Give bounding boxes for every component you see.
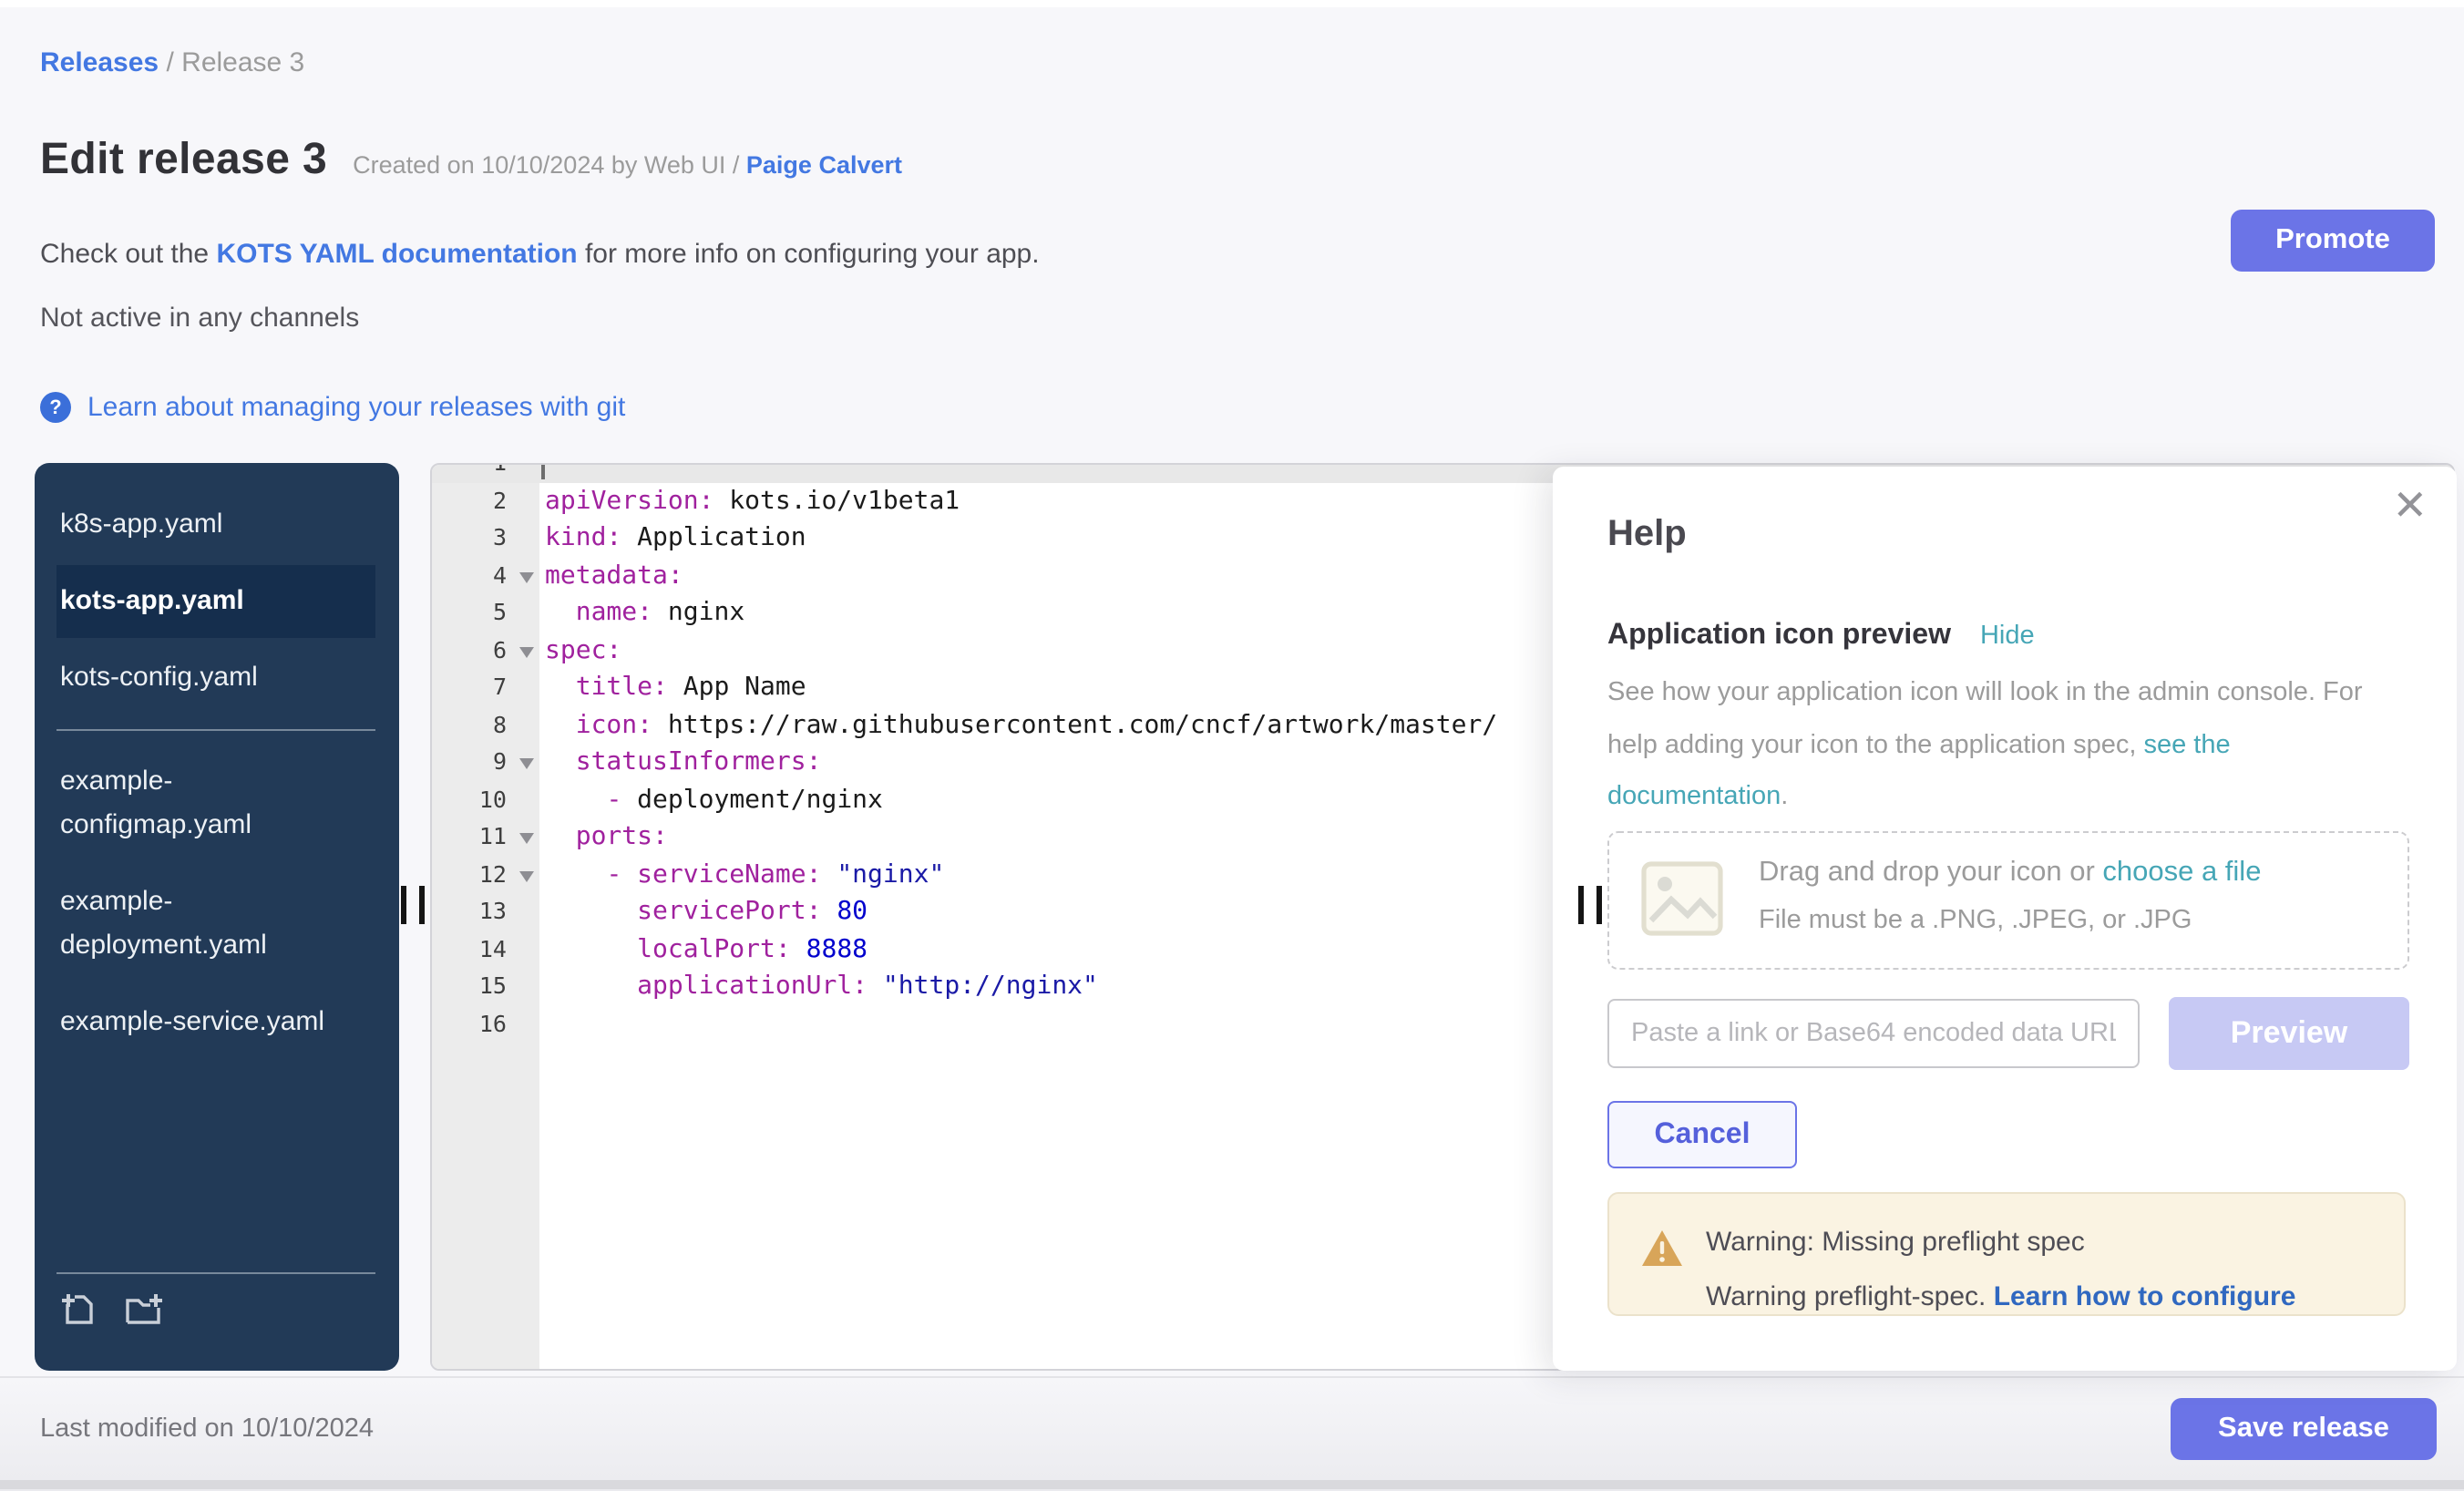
file-tree-sidebar: k8s-app.yamlkots-app.yamlkots-config.yam… xyxy=(35,463,399,1371)
page-title: Edit release 3 xyxy=(40,135,327,184)
git-help-row: ? Learn about managing your releases wit… xyxy=(40,392,625,423)
fold-arrow-icon[interactable] xyxy=(519,571,534,582)
warning-detail-text: Warning preflight-spec. xyxy=(1706,1281,1994,1312)
file-tree-footer xyxy=(35,1272,399,1371)
fold-arrow-icon[interactable] xyxy=(519,646,534,657)
file-tree-item-k8s-app.yaml[interactable]: k8s-app.yaml xyxy=(56,488,337,561)
top-edge xyxy=(0,0,2464,7)
file-tree-item-example-configmap.yaml[interactable]: example-configmap.yaml xyxy=(56,746,337,862)
add-file-icon[interactable] xyxy=(60,1290,98,1338)
choose-file-link[interactable]: choose a file xyxy=(2102,857,2261,888)
fold-arrow-icon[interactable] xyxy=(519,758,534,769)
created-info: Created on 10/10/2024 by Web UI / Paige … xyxy=(353,151,902,179)
footer-bar: Last modified on 10/10/2024 Save release xyxy=(0,1376,2464,1491)
file-tree-divider xyxy=(56,729,375,731)
preflight-warning-banner: Warning: Missing preflight spec Warning … xyxy=(1607,1192,2406,1316)
line-number: 1 xyxy=(432,463,539,482)
help-panel: ✕ Help Application icon preview Hide See … xyxy=(1553,467,2457,1371)
image-placeholder-icon xyxy=(1640,860,1724,946)
line-number: 7 xyxy=(432,669,539,706)
breadcrumb-current: Release 3 xyxy=(181,47,304,78)
description-text: See how your application icon will look … xyxy=(1607,678,2363,759)
save-release-button[interactable]: Save release xyxy=(2171,1398,2437,1460)
breadcrumb-separator: / xyxy=(159,47,181,78)
file-tree-item-example-service.yaml[interactable]: example-service.yaml xyxy=(56,986,337,1059)
icon-preview-section-title: Application icon preview xyxy=(1607,620,1951,651)
promote-button[interactable]: Promote xyxy=(2231,210,2435,272)
dropzone-text: Drag and drop your icon or xyxy=(1759,857,2102,888)
line-number: 12 xyxy=(432,856,539,893)
line-number: 4 xyxy=(432,557,539,594)
help-panel-resize-handle[interactable] xyxy=(1578,886,1602,924)
hide-link[interactable]: Hide xyxy=(1980,622,2035,651)
kots-yaml-docs-link[interactable]: KOTS YAML documentation xyxy=(216,239,577,270)
page: Releases / Release 3 Edit release 3 Creat… xyxy=(0,0,2464,1489)
line-number: 3 xyxy=(432,519,539,557)
created-by-link[interactable]: Paige Calvert xyxy=(746,151,902,179)
line-number: 13 xyxy=(432,893,539,931)
file-tree-item-example-deployment.yaml[interactable]: example-deployment.yaml xyxy=(56,866,337,982)
line-number: 16 xyxy=(432,1005,539,1043)
icon-dropzone[interactable]: Drag and drop your icon or choose a file… xyxy=(1607,831,2409,970)
fold-arrow-icon[interactable] xyxy=(519,870,534,881)
dropzone-file-hint: File must be a .PNG, .JPEG, or .JPG xyxy=(1759,906,2192,935)
breadcrumb-link-releases[interactable]: Releases xyxy=(40,47,159,78)
git-releases-link[interactable]: Learn about managing your releases with … xyxy=(87,392,625,423)
text-cursor xyxy=(541,463,545,479)
created-text: Created on 10/10/2024 by Web UI / xyxy=(353,151,746,179)
description-period: . xyxy=(1781,782,1788,811)
title-row: Edit release 3 Created on 10/10/2024 by W… xyxy=(40,135,902,186)
line-number: 5 xyxy=(432,594,539,632)
warning-triangle-icon xyxy=(1640,1229,1684,1278)
file-list: k8s-app.yamlkots-app.yamlkots-config.yam… xyxy=(35,463,399,1059)
question-mark-icon: ? xyxy=(40,392,71,423)
line-number: 10 xyxy=(432,781,539,818)
line-number: 15 xyxy=(432,968,539,1005)
file-tree-item-kots-app.yaml[interactable]: kots-app.yaml xyxy=(56,565,375,638)
preview-button[interactable]: Preview xyxy=(2169,997,2409,1070)
cancel-button[interactable]: Cancel xyxy=(1607,1101,1797,1168)
fold-arrow-icon[interactable] xyxy=(519,833,534,844)
docs-hint-text: Check out the xyxy=(40,239,216,270)
line-number: 14 xyxy=(432,931,539,968)
warning-title: Warning: Missing preflight spec xyxy=(1706,1227,2085,1258)
warning-detail: Warning preflight-spec. Learn how to con… xyxy=(1706,1281,2295,1312)
line-number: 8 xyxy=(432,706,539,744)
last-modified-text: Last modified on 10/10/2024 xyxy=(40,1414,374,1444)
icon-preview-description: See how your application icon will look … xyxy=(1607,667,2402,823)
help-panel-title: Help xyxy=(1607,514,1687,556)
learn-how-to-configure-link[interactable]: Learn how to configure xyxy=(1994,1281,2296,1312)
add-folder-icon[interactable] xyxy=(124,1290,166,1338)
line-number: 11 xyxy=(432,818,539,856)
icon-url-input[interactable] xyxy=(1607,999,2140,1068)
sidebar-resize-handle[interactable] xyxy=(401,886,425,924)
docs-hint: Check out the KOTS YAML documentation fo… xyxy=(40,239,1040,270)
file-tree-item-kots-config.yaml[interactable]: kots-config.yaml xyxy=(56,642,337,715)
channel-status: Not active in any channels xyxy=(40,303,359,334)
docs-hint-suffix: for more info on configuring your app. xyxy=(578,239,1040,270)
line-number: 6 xyxy=(432,632,539,669)
close-icon[interactable]: ✕ xyxy=(2392,485,2428,527)
line-number: 2 xyxy=(432,482,539,519)
bottom-edge xyxy=(0,1480,2464,1489)
line-number: 9 xyxy=(432,744,539,781)
breadcrumb: Releases / Release 3 xyxy=(40,47,304,78)
